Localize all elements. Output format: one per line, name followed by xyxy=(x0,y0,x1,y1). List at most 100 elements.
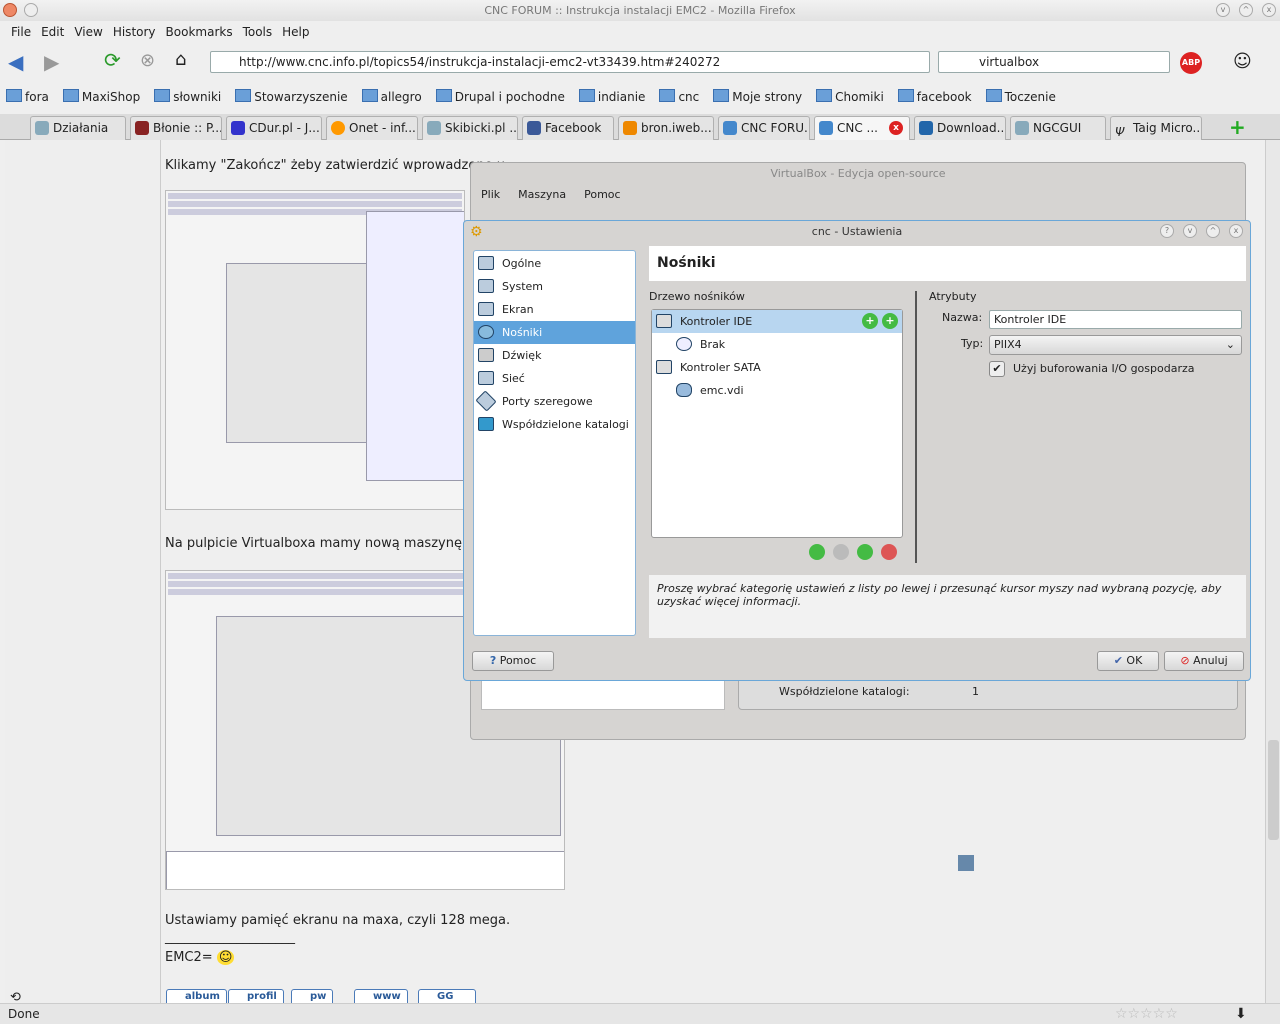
category-shared-folders[interactable]: Współdzielone katalogi xyxy=(474,413,635,436)
menu-history[interactable]: History xyxy=(108,21,161,43)
category-serial-ports[interactable]: Porty szeregowe xyxy=(474,390,635,413)
bookmark-folder[interactable]: indianie xyxy=(579,86,646,108)
bookmark-folder[interactable]: Stowarzyszenie xyxy=(235,86,347,108)
signature-line: ____________________ xyxy=(165,930,295,945)
menu-edit[interactable]: Edit xyxy=(36,21,69,43)
home-icon[interactable]: ⌂ xyxy=(175,49,186,70)
tab[interactable]: NGCGUI xyxy=(1010,116,1106,140)
tab[interactable]: Działania xyxy=(30,116,126,140)
small-image xyxy=(958,855,974,871)
maximize-button[interactable]: ^ xyxy=(1239,3,1253,17)
settings-dialog: cnc - Ustawienia ⚙ ? v ^ x Ogólne System… xyxy=(463,220,1251,681)
vm-list[interactable] xyxy=(481,678,725,710)
type-select[interactable]: PIIX4 ⌄ xyxy=(989,335,1242,355)
bookmark-folder[interactable]: facebook xyxy=(898,86,972,108)
add-controller-icon[interactable] xyxy=(809,544,825,560)
cache-checkbox[interactable]: ✔ xyxy=(989,361,1005,377)
category-display[interactable]: Ekran xyxy=(474,298,635,321)
sticky-button[interactable] xyxy=(24,3,38,17)
add-hdd-icon[interactable]: + xyxy=(882,313,898,329)
menu-help[interactable]: Help xyxy=(277,21,314,43)
screenshot-image-1[interactable] xyxy=(165,190,465,510)
category-general[interactable]: Ogólne xyxy=(474,252,635,275)
tab[interactable]: CNC FORU... xyxy=(718,116,810,140)
minimize-button[interactable]: v xyxy=(1216,3,1230,17)
close-tab-icon[interactable]: x xyxy=(889,121,903,135)
name-input[interactable]: Kontroler IDE xyxy=(989,310,1242,329)
dialog-minimize-button[interactable]: v xyxy=(1183,224,1197,238)
tab[interactable]: CDur.pl - J... xyxy=(226,116,322,140)
adblock-icon[interactable]: ABP xyxy=(1180,52,1202,74)
bookmarks-toolbar: fora MaxiShop słowniki Stowarzyszenie al… xyxy=(0,86,1280,108)
stop-icon[interactable]: ⊗ xyxy=(140,50,155,71)
smiley-icon: ☺ xyxy=(216,950,235,965)
tab[interactable]: Facebook xyxy=(522,116,614,140)
category-system[interactable]: System xyxy=(474,275,635,298)
bookmark-folder[interactable]: Toczenie xyxy=(986,86,1056,108)
new-tab-icon[interactable]: + xyxy=(1229,115,1246,139)
greasemonkey-icon[interactable]: ☺ xyxy=(1233,51,1252,72)
tree-item-empty-cd[interactable]: Brak xyxy=(652,333,902,356)
tab[interactable]: Skibicki.pl ... xyxy=(422,116,518,140)
vbox-menu-help[interactable]: Pomoc xyxy=(584,185,620,205)
menu-file[interactable]: File xyxy=(6,21,36,43)
remove-controller-icon[interactable] xyxy=(833,544,849,560)
bookmark-folder[interactable]: słowniki xyxy=(154,86,221,108)
category-storage[interactable]: Nośniki xyxy=(474,321,635,344)
post-text: Ustawiamy pamięć ekranu na maxa, czyli 1… xyxy=(165,913,511,928)
rating-stars[interactable]: ☆☆☆☆☆ xyxy=(1115,1004,1178,1024)
url-input[interactable]: http://www.cnc.info.pl/topics54/instrukc… xyxy=(210,51,930,73)
tab[interactable]: Błonie :: P... xyxy=(130,116,222,140)
tree-item-sata-controller[interactable]: Kontroler SATA xyxy=(652,356,902,379)
bookmark-folder[interactable]: fora xyxy=(6,86,49,108)
check-icon: ✔ xyxy=(1113,654,1123,667)
add-attachment-icon[interactable] xyxy=(857,544,873,560)
tab-active[interactable]: CNC ... x xyxy=(814,116,910,141)
ok-button[interactable]: ✔ OK xyxy=(1097,651,1159,671)
tab[interactable]: Download... xyxy=(914,116,1006,140)
category-network[interactable]: Sieć xyxy=(474,367,635,390)
bookmark-folder[interactable]: MaxiShop xyxy=(63,86,140,108)
bookmark-folder[interactable]: allegro xyxy=(362,86,422,108)
bookmark-folder[interactable]: Moje strony xyxy=(713,86,802,108)
tab[interactable]: Onet - inf... xyxy=(326,116,418,140)
help-button[interactable]: ? Pomoc xyxy=(472,651,554,671)
splitter[interactable] xyxy=(915,291,917,563)
dialog-maximize-button[interactable]: ^ xyxy=(1206,224,1220,238)
chevron-down-icon: ⌄ xyxy=(1225,338,1235,351)
close-button[interactable]: x xyxy=(1262,3,1276,17)
tab[interactable]: bron.iweb.... xyxy=(618,116,714,140)
help-book-icon: ? xyxy=(489,654,497,667)
remove-attachment-icon[interactable] xyxy=(881,544,897,560)
vbox-menu-file[interactable]: Plik xyxy=(481,185,500,205)
page-scrollbar[interactable] xyxy=(1265,140,1280,1003)
download-icon[interactable]: ⬇ xyxy=(1235,1004,1247,1024)
dialog-help-button[interactable]: ? xyxy=(1160,224,1174,238)
tab[interactable]: Ψ Taig Micro... xyxy=(1110,116,1202,140)
settings-gear-icon: ⚙ xyxy=(470,224,483,240)
menu-view[interactable]: View xyxy=(69,21,107,43)
menu-bar: File Edit View History Bookmarks Tools H… xyxy=(0,21,1280,43)
name-label: Nazwa: xyxy=(942,311,983,324)
tree-item-emc-vdi[interactable]: emc.vdi xyxy=(652,379,902,402)
menu-bookmarks[interactable]: Bookmarks xyxy=(161,21,238,43)
dialog-close-button[interactable]: x xyxy=(1229,224,1243,238)
add-cd-icon[interactable]: + xyxy=(862,313,878,329)
shared-folders-value: 1 xyxy=(972,685,979,698)
storage-tree-label: Drzewo nośników xyxy=(649,290,745,303)
bookmark-folder[interactable]: Drupal i pochodne xyxy=(436,86,565,108)
forward-icon[interactable]: ▶ xyxy=(44,50,59,74)
scrollbar-thumb[interactable] xyxy=(1268,740,1279,840)
cancel-button[interactable]: ⊘ Anuluj xyxy=(1164,651,1244,671)
bookmark-folder[interactable]: cnc xyxy=(659,86,699,108)
reload-icon[interactable]: ⟳ xyxy=(104,48,121,72)
nav-toolbar: ◀ ▶ ⟳ ⊗ ⌂ http://www.cnc.info.pl/topics5… xyxy=(0,43,1280,81)
search-input[interactable]: virtualbox xyxy=(938,51,1170,73)
back-icon[interactable]: ◀ xyxy=(8,50,23,74)
category-audio[interactable]: Dźwięk xyxy=(474,344,635,367)
cache-label: Użyj buforowania I/O gospodarza xyxy=(1013,362,1195,375)
vbox-menu-machine[interactable]: Maszyna xyxy=(518,185,566,205)
menu-tools[interactable]: Tools xyxy=(238,21,278,43)
tree-item-ide-controller[interactable]: Kontroler IDE + + xyxy=(652,310,902,333)
bookmark-folder[interactable]: Chomiki xyxy=(816,86,884,108)
